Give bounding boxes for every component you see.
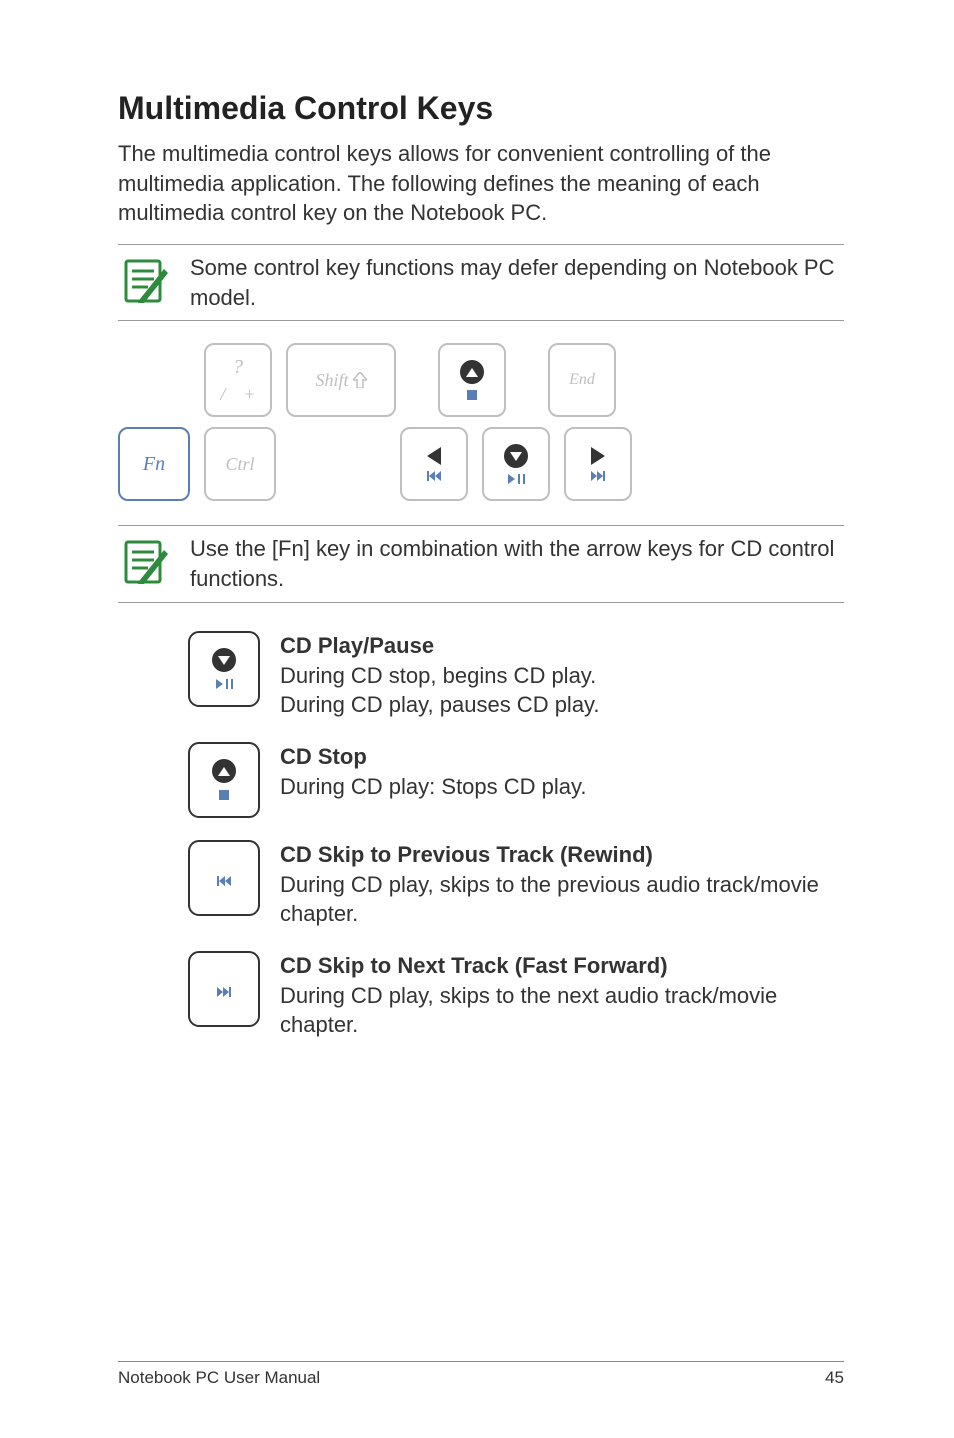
key-shift: Shift [286,343,396,417]
func-key-prev [188,840,260,916]
func-line: During CD play: Stops CD play. [280,772,587,802]
key-arrow-right [564,427,632,501]
func-line: During CD play, skips to the previous au… [280,870,844,929]
key-fn: Fn [118,427,190,501]
key-arrow-down [482,427,550,501]
func-title: CD Play/Pause [280,631,600,661]
func-line: During CD stop, begins CD play. [280,661,600,691]
key-question-plus: + [243,385,255,403]
func-title: CD Skip to Previous Track (Rewind) [280,840,844,870]
footer-left: Notebook PC User Manual [118,1368,320,1388]
func-line: During CD play, skips to the next audio … [280,981,844,1040]
key-question-slash: / [220,385,225,403]
function-stop: CD Stop During CD play: Stops CD play. [118,742,844,818]
func-key-play-pause [188,631,260,707]
note-box-1: Some control key functions may defer dep… [118,244,844,321]
key-end: End [548,343,616,417]
note-box-2: Use the [Fn] key in combination with the… [118,525,844,602]
function-list: CD Play/Pause During CD stop, begins CD … [118,631,844,1040]
keyboard-diagram: ? / + Shift End Fn [118,343,844,501]
function-prev: CD Skip to Previous Track (Rewind) Durin… [118,840,844,929]
note-text-2: Use the [Fn] key in combination with the… [190,534,844,593]
func-title: CD Stop [280,742,587,772]
footer-page-number: 45 [825,1368,844,1388]
key-ctrl: Ctrl [204,427,276,501]
func-line: During CD play, pauses CD play. [280,690,600,720]
func-key-stop [188,742,260,818]
note-icon [118,534,172,588]
note-text-1: Some control key functions may defer dep… [190,253,844,312]
page-footer: Notebook PC User Manual 45 [118,1361,844,1388]
key-question: ? / + [204,343,272,417]
key-ctrl-label: Ctrl [225,454,254,475]
key-end-label: End [569,371,595,389]
key-arrow-left [400,427,468,501]
func-title: CD Skip to Next Track (Fast Forward) [280,951,844,981]
note-icon [118,253,172,307]
page-heading: Multimedia Control Keys [118,90,844,127]
key-question-top: ? [233,357,243,377]
intro-paragraph: The multimedia control keys allows for c… [118,139,844,228]
function-next: CD Skip to Next Track (Fast Forward) Dur… [118,951,844,1040]
key-shift-label: Shift [315,370,348,391]
key-fn-label: Fn [143,453,165,476]
func-key-next [188,951,260,1027]
function-play-pause: CD Play/Pause During CD stop, begins CD … [118,631,844,720]
key-arrow-up [438,343,506,417]
